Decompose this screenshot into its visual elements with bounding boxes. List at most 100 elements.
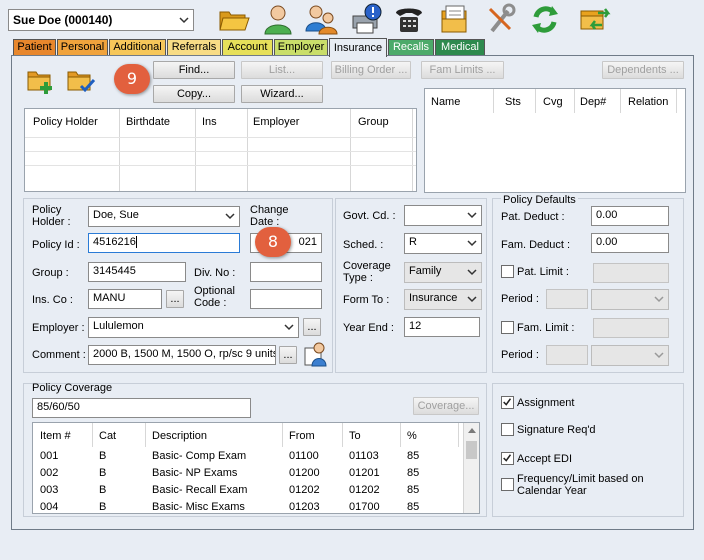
dependents-grid[interactable]: Name Sts Cvg Dep# Relation xyxy=(424,88,686,193)
doctor-note-icon[interactable] xyxy=(302,341,328,367)
notes-folder-icon[interactable] xyxy=(438,3,472,35)
freq-limit-checkbox[interactable] xyxy=(501,478,514,491)
freq-limit-label: Frequency/Limit based on Calendar Year xyxy=(517,473,644,497)
policy-coverage-field[interactable]: 85/60/50 xyxy=(32,398,251,418)
check-icon xyxy=(503,398,512,406)
add-policy-icon[interactable] xyxy=(26,66,56,94)
employer-select[interactable]: Lululemon xyxy=(88,317,299,338)
grid-header: Name xyxy=(431,96,461,108)
pat-deduct-field[interactable]: 0.00 xyxy=(591,206,669,226)
signature-checkbox[interactable] xyxy=(501,423,514,436)
fam-limit-field[interactable] xyxy=(593,318,669,338)
tools-icon[interactable] xyxy=(484,3,518,35)
tab-label: Patient xyxy=(17,41,52,53)
folder-transfer-icon[interactable] xyxy=(578,3,612,35)
policy-coverage-title: Policy Coverage xyxy=(32,382,113,394)
family-icon[interactable] xyxy=(304,3,338,35)
coverage-button[interactable]: Coverage... xyxy=(413,397,479,415)
tab-personal[interactable]: Personal xyxy=(57,39,108,55)
scroll-up-icon[interactable] xyxy=(467,426,477,434)
chevron-down-icon xyxy=(225,213,235,220)
patient-icon[interactable] xyxy=(261,3,295,35)
optional-code-field[interactable] xyxy=(250,289,322,309)
coverage-type-select[interactable]: Family xyxy=(404,262,482,283)
assignment-label: Assignment xyxy=(517,397,575,409)
change-date-value: 021 xyxy=(298,236,317,248)
tab-referrals[interactable]: Referrals xyxy=(167,39,221,55)
tab-medical[interactable]: Medical xyxy=(435,39,485,55)
coverage-grid[interactable]: Item # Cat Description From To % 001 B B… xyxy=(32,422,480,514)
pat-limit-checkbox[interactable] xyxy=(501,265,514,278)
ins-co-field[interactable]: MANU xyxy=(88,289,162,309)
tab-insurance[interactable]: Insurance xyxy=(329,38,387,57)
cell: 004 xyxy=(40,501,59,513)
comment-field[interactable]: 2000 B, 1500 M, 1500 O, rp/sc 9 units xyxy=(88,345,276,365)
tab-employer[interactable]: Employer xyxy=(274,39,328,55)
policy-id-field[interactable]: 4516216 xyxy=(88,233,240,253)
cell: 01100 xyxy=(289,450,319,462)
div-no-field[interactable] xyxy=(250,262,322,282)
fam-limits-button[interactable]: Fam Limits ... xyxy=(421,61,504,79)
govt-cd-select[interactable] xyxy=(404,205,482,226)
pat-period-field[interactable] xyxy=(546,289,588,309)
cell: Basic- NP Exams xyxy=(152,467,238,479)
open-folder-icon[interactable] xyxy=(217,3,251,35)
table-row[interactable]: 003 B Basic- Recall Exam 01202 01202 85 xyxy=(33,482,461,499)
patient-select[interactable]: Sue Doe (000140) xyxy=(8,9,194,31)
table-row[interactable]: 004 B Basic- Misc Exams 01203 01700 85 xyxy=(33,499,461,513)
employer-browse-button[interactable]: ... xyxy=(303,318,321,336)
policy-defaults-title: Policy Defaults xyxy=(501,194,578,206)
grid-divider xyxy=(400,423,401,447)
comment-browse-button[interactable]: ... xyxy=(279,346,297,364)
grid-divider xyxy=(342,423,343,447)
employer-label: Employer : xyxy=(32,322,85,334)
tab-label: Referrals xyxy=(171,41,217,53)
grid-divider xyxy=(574,89,575,113)
phone-icon[interactable] xyxy=(392,3,426,35)
fam-period-select[interactable] xyxy=(591,345,669,366)
policy-holder-select[interactable]: Doe, Sue xyxy=(88,206,240,227)
scrollbar-thumb[interactable] xyxy=(466,441,477,459)
ins-co-browse-button[interactable]: ... xyxy=(166,290,184,308)
find-button[interactable]: Find... xyxy=(153,61,235,79)
select-policy-icon[interactable] xyxy=(66,66,96,94)
tab-label: Personal xyxy=(60,41,105,53)
accept-edi-checkbox[interactable] xyxy=(501,452,514,465)
policy-id-label: Policy Id : xyxy=(32,239,80,251)
printer-alert-icon[interactable] xyxy=(349,3,383,35)
list-button[interactable]: List... xyxy=(241,61,323,79)
fam-period-field[interactable] xyxy=(546,345,588,365)
table-row[interactable]: 002 B Basic- NP Exams 01200 01201 85 xyxy=(33,465,461,482)
tab-account[interactable]: Account xyxy=(222,39,273,55)
tab-recalls[interactable]: Recalls xyxy=(388,39,434,55)
comment-value: 2000 B, 1500 M, 1500 O, rp/sc 9 units xyxy=(93,348,276,360)
cell: Basic- Misc Exams xyxy=(152,501,245,513)
group-field[interactable]: 3145445 xyxy=(88,262,186,282)
wizard-button[interactable]: Wizard... xyxy=(241,85,323,103)
grid-divider xyxy=(535,89,536,113)
year-end-label: Year End : xyxy=(343,322,394,334)
dependents-button[interactable]: Dependents ... xyxy=(602,61,684,79)
tab-additional[interactable]: Additional xyxy=(109,39,166,55)
policy-grid[interactable]: Policy Holder Birthdate Ins Employer Gro… xyxy=(24,108,417,192)
grid-divider xyxy=(282,423,283,447)
scrollbar[interactable] xyxy=(463,423,479,513)
tab-patient[interactable]: Patient xyxy=(13,39,56,55)
billing-order-button[interactable]: Billing Order ... xyxy=(331,61,411,79)
fam-limit-checkbox[interactable] xyxy=(501,321,514,334)
chevron-down-icon xyxy=(284,324,294,331)
table-row[interactable]: 001 B Basic- Comp Exam 01100 01103 85 xyxy=(33,448,461,465)
sched-select[interactable]: R xyxy=(404,233,482,254)
pat-limit-field[interactable] xyxy=(593,263,669,283)
year-end-field[interactable]: 12 xyxy=(404,317,480,337)
assignment-checkbox[interactable] xyxy=(501,396,514,409)
fam-deduct-field[interactable]: 0.00 xyxy=(591,233,669,253)
form-to-select[interactable]: Insurance xyxy=(404,289,482,310)
form-to-label: Form To : xyxy=(343,294,390,306)
refresh-icon[interactable] xyxy=(528,3,562,35)
grid-header: To xyxy=(349,430,361,442)
grid-header: Group xyxy=(358,116,389,128)
pat-period-select[interactable] xyxy=(591,289,669,310)
copy-button[interactable]: Copy... xyxy=(153,85,235,103)
pat-deduct-value: 0.00 xyxy=(596,209,618,221)
